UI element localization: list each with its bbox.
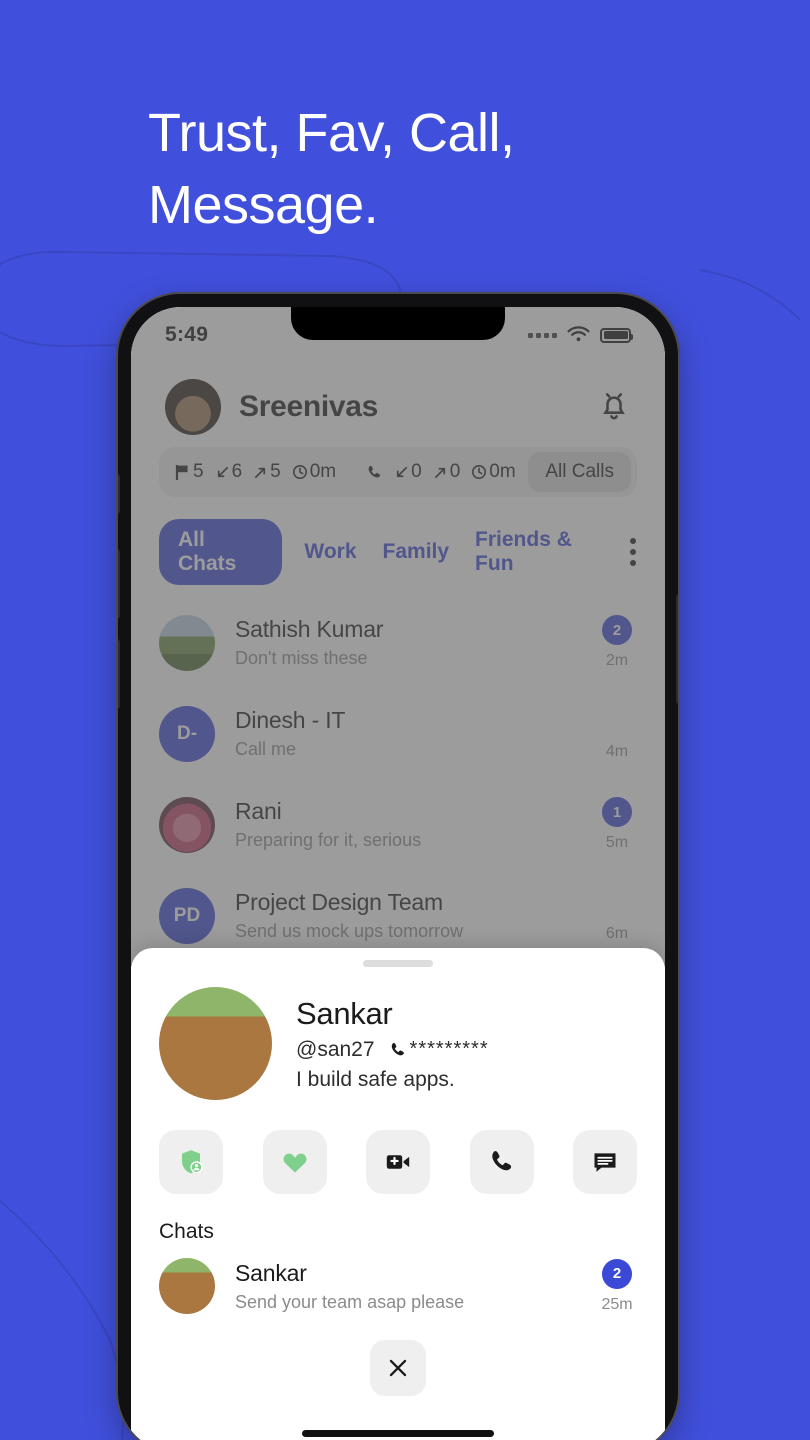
- chat-list-screen: 5:49 Sreenivas 5 6 5 0m 0 0 0m All Calls…: [131, 307, 665, 967]
- message-incoming: 6: [231, 461, 243, 482]
- call-duration: 0m: [489, 461, 516, 482]
- message-count: 5: [193, 461, 204, 482]
- battery-icon: [600, 327, 633, 343]
- home-indicator: [302, 1430, 494, 1437]
- shield-person-icon: [182, 1150, 203, 1174]
- drag-handle[interactable]: [363, 960, 433, 967]
- arrow-up-right-icon: [434, 467, 445, 478]
- avatar: PD: [159, 887, 215, 944]
- chat-list: Sathish Kumar Don't miss these 2 2m D- D…: [131, 585, 665, 961]
- bell-icon[interactable]: [597, 390, 631, 424]
- chat-preview: Call me: [235, 739, 297, 759]
- chat-time: 2m: [605, 652, 629, 669]
- status-badge: 2: [602, 1258, 632, 1289]
- status-time: 5:49: [165, 323, 209, 346]
- section-title-chats: Chats: [159, 1220, 214, 1243]
- call-button[interactable]: [469, 1130, 534, 1194]
- tab-work[interactable]: Work: [300, 538, 360, 566]
- clock-icon: [472, 465, 487, 479]
- chat-name: Rani: [235, 798, 282, 824]
- arrow-up-right-icon: [255, 467, 266, 478]
- chat-preview: Don't miss these: [235, 648, 368, 668]
- chat-preview: Preparing for it, serious: [235, 830, 422, 850]
- message-outgoing: 5: [270, 461, 281, 482]
- list-item[interactable]: Sankar Send your team asap please 2 25m: [131, 1244, 665, 1314]
- table-row[interactable]: Rani Preparing for it, serious 1 5m: [159, 779, 637, 870]
- heart-icon: [283, 1153, 306, 1173]
- all-calls-filter[interactable]: All Calls: [528, 452, 631, 492]
- power-button[interactable]: [676, 594, 678, 704]
- arrow-down-left-icon: [397, 466, 408, 477]
- favorite-button[interactable]: [262, 1130, 327, 1194]
- volume-down-button[interactable]: [118, 639, 120, 709]
- trust-button[interactable]: [159, 1130, 223, 1194]
- message-button[interactable]: [573, 1130, 637, 1194]
- contact-phone-masked: *********: [409, 1038, 489, 1060]
- avatar-initials: D-: [176, 722, 198, 744]
- chat-name: Sathish Kumar: [235, 616, 384, 642]
- status-badge: 1: [602, 797, 632, 827]
- avatar: [159, 1258, 215, 1314]
- avatar[interactable]: [159, 987, 272, 1100]
- avatar[interactable]: [165, 379, 221, 435]
- tab-all-chats[interactable]: All Chats: [159, 519, 283, 585]
- tab-family[interactable]: Family: [379, 538, 454, 566]
- phone-screen: 5:49 Sreenivas 5 6 5 0m 0 0 0m All Calls…: [131, 307, 665, 1440]
- message-icon: [594, 1153, 616, 1172]
- chat-name: Project Design Team: [235, 889, 443, 915]
- chat-time: 5m: [605, 834, 629, 851]
- video-call-icon: [386, 1155, 410, 1169]
- kebab-menu-icon[interactable]: [630, 538, 638, 566]
- contact-actions: [131, 1100, 665, 1194]
- stats-strip: 5 6 5 0m 0 0 0m All Calls: [131, 443, 665, 497]
- avatar-initials: PD: [173, 904, 201, 926]
- chat-preview: Send us mock ups tomorrow: [235, 921, 464, 941]
- page-title: Sreenivas: [239, 390, 379, 423]
- contact-bio: I build safe apps.: [296, 1067, 455, 1091]
- close-icon: [389, 1359, 407, 1377]
- silent-switch[interactable]: [118, 474, 120, 514]
- volume-up-button[interactable]: [118, 549, 120, 619]
- wifi-icon: [567, 326, 590, 342]
- message-stats: 5 6 5 0m: [175, 461, 336, 483]
- call-incoming: 0: [411, 461, 422, 482]
- tab-friends-fun[interactable]: Friends & Fun: [471, 526, 611, 578]
- call-outgoing: 0: [449, 461, 461, 482]
- arrow-down-left-icon: [217, 466, 228, 477]
- phone-icon: [491, 1151, 511, 1171]
- chat-time: 25m: [601, 1295, 633, 1313]
- notch: [291, 307, 505, 340]
- chat-time: 4m: [605, 743, 629, 760]
- app-header: Sreenivas: [131, 365, 665, 443]
- call-stats: 0 0 0m: [366, 461, 516, 483]
- phone-icon: [391, 1042, 404, 1055]
- chat-preview: Send your team asap please: [235, 1291, 465, 1312]
- contact-profile: Sankar @san27 ********* I build safe app…: [131, 967, 665, 1100]
- contact-name: Sankar: [296, 995, 393, 1031]
- signal-dots-icon: [528, 332, 557, 338]
- table-row[interactable]: Sathish Kumar Don't miss these 2 2m: [159, 597, 637, 688]
- phone-icon: [368, 465, 381, 478]
- phone-mockup: 5:49 Sreenivas 5 6 5 0m 0 0 0m All Calls…: [118, 294, 678, 1440]
- video-call-button[interactable]: [366, 1130, 430, 1194]
- message-duration: 0m: [309, 461, 337, 482]
- avatar: [159, 614, 215, 671]
- chat-time: 6m: [605, 925, 629, 942]
- page-title: Trust, Fav, Call, Message.: [148, 103, 515, 235]
- avatar: D-: [159, 705, 215, 762]
- chat-name: Dinesh - IT: [235, 707, 346, 733]
- flag-icon: [175, 464, 188, 480]
- close-button[interactable]: [370, 1340, 426, 1396]
- avatar: [159, 796, 215, 853]
- contact-bottom-sheet: Sankar @san27 ********* I build safe app…: [131, 948, 665, 1440]
- status-badge: 2: [602, 615, 632, 645]
- contact-handle: @san27: [296, 1037, 375, 1061]
- chat-filter-tabs: All Chats Work Family Friends & Fun: [131, 497, 665, 585]
- chat-name: Sankar: [235, 1259, 307, 1286]
- clock-icon: [292, 465, 307, 479]
- table-row[interactable]: D- Dinesh - IT Call me 4m: [159, 688, 637, 779]
